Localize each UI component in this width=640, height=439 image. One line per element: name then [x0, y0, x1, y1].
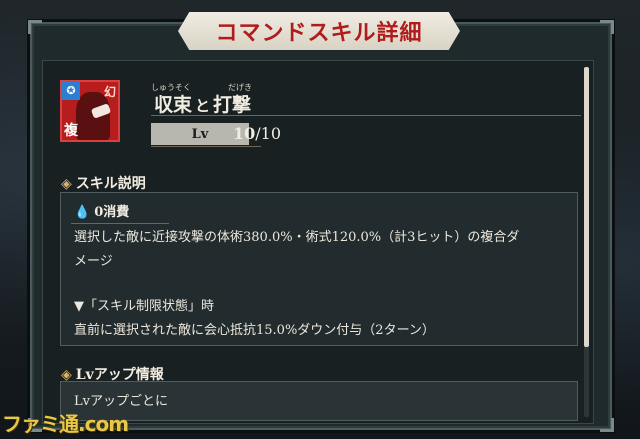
description-box: 💧 0消費 選択した敵に近接攻撃の体術380.0%・術式120.0%（計3ヒット）… [60, 192, 578, 346]
skill-name-part1: 収束 [154, 94, 193, 116]
skill-type-tag: 幻 [103, 85, 116, 99]
skill-icon: ✪ 幻 複 [60, 80, 120, 142]
lvup-info-text: Lvアップごとに [74, 394, 168, 409]
divider [151, 115, 581, 116]
skill-composite-tag: 複 [64, 123, 78, 139]
skill-name-connector: と [195, 97, 211, 115]
attribute-badge-icon: ✪ [62, 82, 80, 100]
watermark-logo: ファミ通.com [2, 412, 129, 436]
frame-corner [28, 20, 42, 34]
skill-name-part2: 打撃 [213, 94, 252, 116]
description-line: メージ [74, 254, 113, 269]
description-line: 選択した敵に近接攻撃の体術380.0%・術式120.0%（計3ヒット）の複合ダ [74, 230, 520, 245]
lvup-info-box: Lvアップごとに [60, 381, 578, 421]
frame-corner [600, 20, 614, 34]
scrollbar[interactable] [584, 67, 589, 417]
dialog-title: コマンドスキル詳細 [215, 21, 423, 46]
title-banner: コマンドスキル詳細 [178, 12, 460, 50]
skill-cost: 💧 0消費 [74, 201, 129, 220]
skill-name: 収束と打撃 [154, 90, 251, 117]
scrollbar-thumb[interactable] [584, 67, 589, 347]
frame-corner [600, 418, 614, 432]
divider [71, 223, 169, 224]
level-max: /10 [255, 124, 282, 143]
level-current: 10 [233, 124, 256, 143]
description-line: 直前に選択された敵に会心抵抗15.0%ダウン付与（2ターン） [74, 323, 435, 338]
description-line: ▼「スキル制限状態」時 [74, 299, 214, 314]
level-value: 10/10 [233, 124, 281, 143]
diamond-icon: ◈ [61, 176, 72, 192]
drop-icon: 💧 [74, 205, 91, 220]
section-title-description: ◈ スキル説明 [61, 173, 146, 193]
section-title-text: スキル説明 [75, 176, 146, 192]
divider [151, 146, 261, 147]
skill-detail-panel[interactable]: ✪ 幻 複 しゅうそく だげき 収束と打撃 Lv 10/10 ◈ スキル説明 💧 0… [42, 60, 594, 424]
skill-cost-text: 0消費 [94, 205, 130, 220]
